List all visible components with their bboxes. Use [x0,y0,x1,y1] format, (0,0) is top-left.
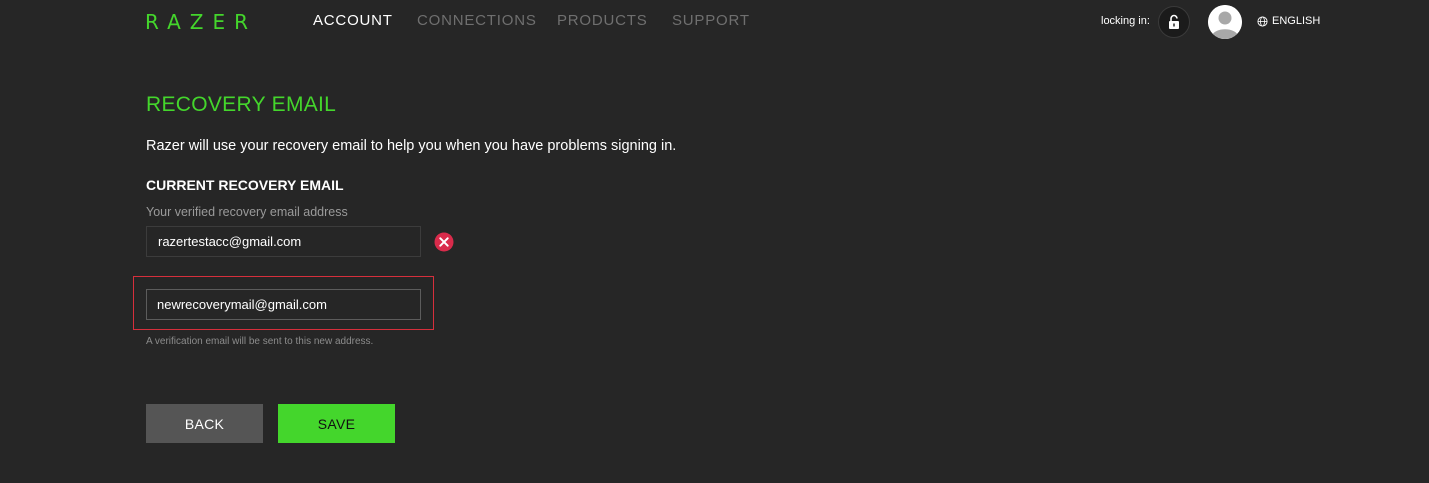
razer-logo[interactable]: RAZER [145,8,257,36]
lock-label: locking in: [1101,15,1150,27]
page-title: RECOVERY EMAIL [146,93,337,116]
nav-products[interactable]: PRODUCTS [557,12,648,29]
nav-account[interactable]: ACCOUNT [313,12,393,29]
lock-button[interactable] [1158,6,1190,38]
user-avatar-icon [1208,5,1242,39]
remove-circle-x-icon [434,232,454,252]
user-avatar[interactable] [1208,5,1242,39]
back-button[interactable]: BACK [146,404,263,443]
nav-connections[interactable]: CONNECTIONS [417,12,537,29]
current-email-field: razertestacc@gmail.com [146,226,421,257]
current-recovery-heading: CURRENT RECOVERY EMAIL [146,177,344,193]
nav-support[interactable]: SUPPORT [672,12,750,29]
new-recovery-email-input[interactable] [146,289,421,320]
language-label: ENGLISH [1272,15,1321,27]
current-email-label: Your verified recovery email address [146,205,348,219]
language-selector[interactable]: ENGLISH [1257,15,1320,27]
unlocked-padlock-icon [1169,14,1179,29]
save-button[interactable]: SAVE [278,404,395,443]
recovery-email-page: RAZER ACCOUNT CONNECTIONS PRODUCTS SUPPO… [0,0,1429,483]
page-description: Razer will use your recovery email to he… [146,138,677,154]
globe-icon [1257,15,1268,27]
remove-email-button[interactable] [434,232,454,252]
verification-hint: A verification email will be sent to thi… [146,336,374,347]
